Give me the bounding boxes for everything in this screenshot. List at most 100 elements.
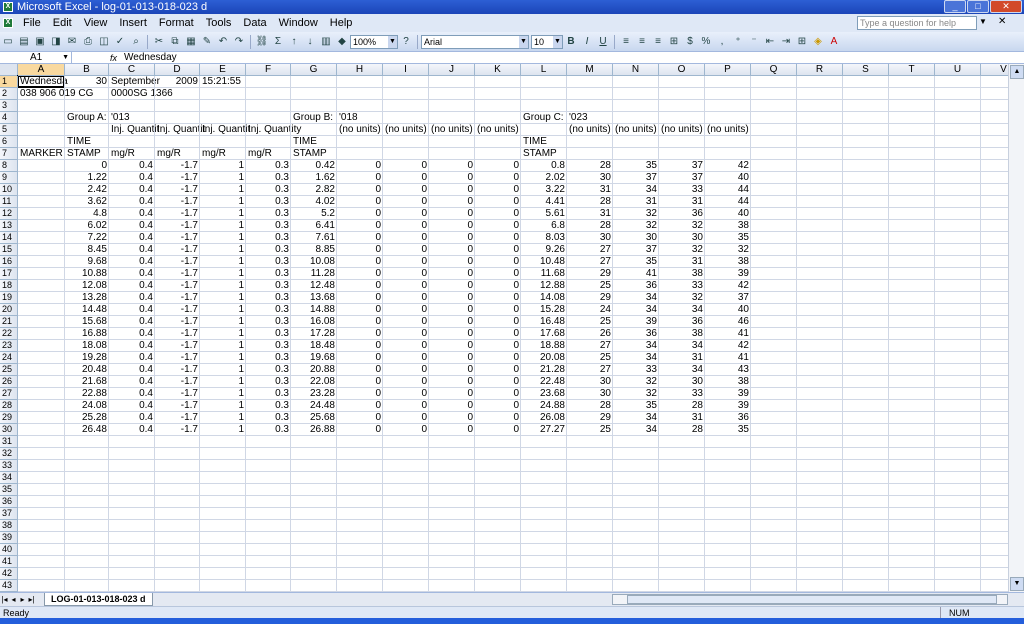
cell-e1[interactable]: 15:21:55 [200, 76, 243, 88]
cell-j15[interactable]: 0 [429, 244, 475, 256]
row-header-33[interactable]: 33 [0, 460, 18, 472]
increase-decimal-icon[interactable]: ⁺ [731, 35, 745, 49]
cell-g15[interactable]: 8.85 [291, 244, 337, 256]
cell-d16[interactable]: -1.7 [155, 256, 200, 268]
cell-m26[interactable]: 30 [567, 376, 613, 388]
cell-g21[interactable]: 16.08 [291, 316, 337, 328]
cell-h28[interactable]: 0 [337, 400, 383, 412]
cell-o16[interactable]: 31 [659, 256, 705, 268]
scroll-up-icon[interactable]: ▲ [1010, 65, 1024, 79]
cell-b1[interactable]: 30 [65, 76, 109, 88]
cell-d11[interactable]: -1.7 [155, 196, 200, 208]
cell-l29[interactable]: 26.08 [521, 412, 567, 424]
cell-k21[interactable]: 0 [475, 316, 521, 328]
cell-c25[interactable]: 0.4 [109, 364, 155, 376]
cell-n30[interactable]: 34 [613, 424, 659, 436]
menu-help[interactable]: Help [324, 17, 359, 29]
cell-h8[interactable]: 0 [337, 160, 383, 172]
cell-m11[interactable]: 28 [567, 196, 613, 208]
cell-c14[interactable]: 0.4 [109, 232, 155, 244]
cell-m14[interactable]: 30 [567, 232, 613, 244]
row-header-10[interactable]: 10 [0, 184, 18, 196]
cell-g26[interactable]: 22.08 [291, 376, 337, 388]
cell-g8[interactable]: 0.42 [291, 160, 337, 172]
cell-h29[interactable]: 0 [337, 412, 383, 424]
minimize-button[interactable]: _ [944, 0, 966, 13]
help-icon[interactable]: ? [399, 35, 413, 49]
cell-m23[interactable]: 27 [567, 340, 613, 352]
cell-l16[interactable]: 10.48 [521, 256, 567, 268]
cell-j30[interactable]: 0 [429, 424, 475, 436]
cell-p23[interactable]: 42 [705, 340, 751, 352]
row-header-16[interactable]: 16 [0, 256, 18, 268]
cell-n19[interactable]: 34 [613, 292, 659, 304]
row-header-23[interactable]: 23 [0, 340, 18, 352]
cell-k19[interactable]: 0 [475, 292, 521, 304]
cell-i29[interactable]: 0 [383, 412, 429, 424]
cell-f12[interactable]: 0.3 [246, 208, 291, 220]
cell-p20[interactable]: 40 [705, 304, 751, 316]
cell-l14[interactable]: 8.03 [521, 232, 567, 244]
cell-h30[interactable]: 0 [337, 424, 383, 436]
row-header-14[interactable]: 14 [0, 232, 18, 244]
cell-k18[interactable]: 0 [475, 280, 521, 292]
cell-g11[interactable]: 4.02 [291, 196, 337, 208]
row-header-17[interactable]: 17 [0, 268, 18, 280]
cell-o8[interactable]: 37 [659, 160, 705, 172]
row-header-37[interactable]: 37 [0, 508, 18, 520]
font-size-select[interactable]: 10 ▼ [531, 34, 563, 49]
cell-j24[interactable]: 0 [429, 352, 475, 364]
cell-h17[interactable]: 0 [337, 268, 383, 280]
cell-l27[interactable]: 23.68 [521, 388, 567, 400]
cell-m12[interactable]: 31 [567, 208, 613, 220]
cell-l18[interactable]: 12.88 [521, 280, 567, 292]
cell-h9[interactable]: 0 [337, 172, 383, 184]
merge-center-icon[interactable]: ⊞ [667, 35, 681, 49]
cell-n20[interactable]: 34 [613, 304, 659, 316]
cell-g25[interactable]: 20.88 [291, 364, 337, 376]
cell-f22[interactable]: 0.3 [246, 328, 291, 340]
cell-k15[interactable]: 0 [475, 244, 521, 256]
cell-d28[interactable]: -1.7 [155, 400, 200, 412]
cell-h15[interactable]: 0 [337, 244, 383, 256]
cell-l8[interactable]: 0.8 [521, 160, 567, 172]
cell-b25[interactable]: 20.48 [65, 364, 109, 376]
cell-e15[interactable]: 1 [200, 244, 246, 256]
cell-e18[interactable]: 1 [200, 280, 246, 292]
cell-m30[interactable]: 25 [567, 424, 613, 436]
cell-l26[interactable]: 22.48 [521, 376, 567, 388]
cell-g22[interactable]: 17.28 [291, 328, 337, 340]
cell-g18[interactable]: 12.48 [291, 280, 337, 292]
cell-g10[interactable]: 2.82 [291, 184, 337, 196]
row-header-9[interactable]: 9 [0, 172, 18, 184]
cell-l13[interactable]: 6.8 [521, 220, 567, 232]
cell-h22[interactable]: 0 [337, 328, 383, 340]
cell-j11[interactable]: 0 [429, 196, 475, 208]
scroll-down-icon[interactable]: ▼ [1010, 577, 1024, 591]
cell-e17[interactable]: 1 [200, 268, 246, 280]
comma-icon[interactable]: , [715, 35, 729, 49]
cell-p29[interactable]: 36 [705, 412, 751, 424]
select-all-corner[interactable] [0, 64, 18, 76]
cell-b24[interactable]: 19.28 [65, 352, 109, 364]
cell-h4[interactable]: '018 [337, 112, 360, 124]
cell-d24[interactable]: -1.7 [155, 352, 200, 364]
cell-p24[interactable]: 41 [705, 352, 751, 364]
cell-d27[interactable]: -1.7 [155, 388, 200, 400]
cell-m13[interactable]: 28 [567, 220, 613, 232]
cell-c4[interactable]: '013 [109, 112, 132, 124]
cell-f13[interactable]: 0.3 [246, 220, 291, 232]
cell-i8[interactable]: 0 [383, 160, 429, 172]
cell-n11[interactable]: 31 [613, 196, 659, 208]
cell-m8[interactable]: 28 [567, 160, 613, 172]
increase-indent-icon[interactable]: ⇥ [779, 35, 793, 49]
cell-b28[interactable]: 24.08 [65, 400, 109, 412]
cell-g9[interactable]: 1.62 [291, 172, 337, 184]
cell-k10[interactable]: 0 [475, 184, 521, 196]
cell-i16[interactable]: 0 [383, 256, 429, 268]
cell-e19[interactable]: 1 [200, 292, 246, 304]
cell-p19[interactable]: 37 [705, 292, 751, 304]
decrease-indent-icon[interactable]: ⇤ [763, 35, 777, 49]
cell-l23[interactable]: 18.88 [521, 340, 567, 352]
cell-l10[interactable]: 3.22 [521, 184, 567, 196]
